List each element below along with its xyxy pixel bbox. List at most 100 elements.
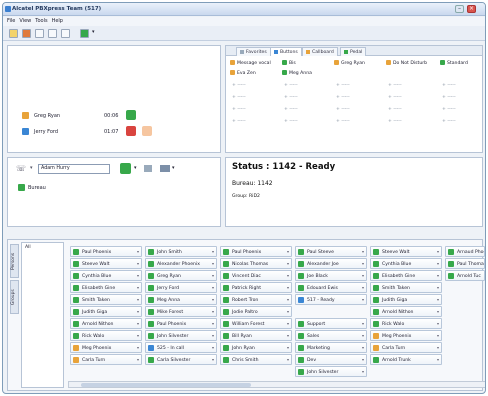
chevron-down-icon[interactable]: ▾ bbox=[212, 345, 214, 350]
key-empty[interactable]: + ----- bbox=[284, 118, 298, 125]
key-empty[interactable]: + ----- bbox=[442, 94, 456, 101]
key-standard[interactable]: Standard bbox=[440, 60, 468, 67]
chevron-down-icon[interactable]: ▾ bbox=[362, 261, 364, 266]
chevron-down-icon[interactable]: ▾ bbox=[362, 249, 364, 254]
chevron-down-icon[interactable]: ▾ bbox=[212, 297, 214, 302]
directory-entry[interactable]: 525 - In call ▾ bbox=[145, 342, 217, 353]
chevron-down-icon[interactable]: ▾ bbox=[287, 273, 289, 278]
chevron-down-icon[interactable]: ▾ bbox=[137, 273, 139, 278]
key-do-not-disturb[interactable]: Do Not Disturb bbox=[386, 60, 427, 67]
chevron-down-icon[interactable]: ▾ bbox=[437, 285, 439, 290]
chevron-down-icon[interactable]: ▾ bbox=[137, 321, 139, 326]
directory-entry[interactable]: Jodie Paltro ▾ bbox=[220, 306, 292, 317]
chevron-down-icon[interactable]: ▾ bbox=[137, 345, 139, 350]
chevron-down-icon[interactable]: ▾ bbox=[287, 333, 289, 338]
layout-icon[interactable] bbox=[48, 29, 57, 38]
chevron-down-icon[interactable]: ▾ bbox=[137, 261, 139, 266]
directory-entry[interactable]: William Forest ▾ bbox=[220, 318, 292, 329]
directory-entry[interactable]: Robert Tron ▾ bbox=[220, 294, 292, 305]
chevron-down-icon[interactable]: ▾ bbox=[137, 333, 139, 338]
key-empty[interactable]: + ----- bbox=[284, 94, 298, 101]
chevron-down-icon[interactable]: ▾ bbox=[287, 297, 289, 302]
chevron-down-icon[interactable]: ▾ bbox=[437, 249, 439, 254]
tab-callboard[interactable]: Callboard bbox=[302, 47, 338, 56]
directory-entry[interactable]: Carla Silvester ▾ bbox=[145, 354, 217, 365]
chevron-down-icon[interactable]: ▾ bbox=[362, 357, 364, 362]
key-empty[interactable]: + ----- bbox=[336, 94, 350, 101]
directory-entry[interactable]: Nicolas Thomas ▾ bbox=[220, 258, 292, 269]
directory-entry[interactable]: John Ryan ▾ bbox=[220, 342, 292, 353]
filter-all[interactable]: All bbox=[25, 245, 31, 250]
key-message-vocal[interactable]: Message vocal bbox=[230, 60, 271, 67]
orange-transfer-icon[interactable] bbox=[142, 126, 152, 136]
directory-entry[interactable]: Cynthia Blue ▾ bbox=[70, 270, 142, 281]
chevron-down-icon[interactable]: ▾ bbox=[437, 273, 439, 278]
key-empty[interactable]: + ----- bbox=[284, 82, 298, 89]
directory-entry[interactable]: John Smith ▾ bbox=[145, 246, 217, 257]
chevron-down-icon[interactable]: ▾ bbox=[437, 333, 439, 338]
key-empty[interactable]: + ----- bbox=[336, 106, 350, 113]
minimize-button[interactable]: – bbox=[455, 5, 464, 13]
chevron-down-icon[interactable]: ▾ bbox=[212, 333, 214, 338]
directory-entry[interactable]: Rick Walo ▾ bbox=[70, 330, 142, 341]
chevron-down-icon[interactable]: ▾ bbox=[437, 297, 439, 302]
chevron-down-icon[interactable]: ▾ bbox=[212, 285, 214, 290]
directory-entry[interactable]: Elisabeth Gine ▾ bbox=[70, 282, 142, 293]
directory-entry[interactable]: Sales ▾ bbox=[295, 330, 367, 341]
key-empty[interactable]: + ----- bbox=[388, 106, 402, 113]
directory-entry[interactable]: Dev ▾ bbox=[295, 354, 367, 365]
directory-entry[interactable]: Meg Phoenix ▾ bbox=[70, 342, 142, 353]
directory-entry[interactable]: Elisabeth Gine ▾ bbox=[370, 270, 442, 281]
chevron-down-icon[interactable]: ▾ bbox=[287, 357, 289, 362]
key-empty[interactable]: + ----- bbox=[442, 118, 456, 125]
directory-entry[interactable]: Paul Steeve ▾ bbox=[295, 246, 367, 257]
chevron-down-icon[interactable]: ▾ bbox=[437, 357, 439, 362]
chevron-down-icon[interactable]: ▾ bbox=[287, 249, 289, 254]
chevron-down-icon[interactable]: ▾ bbox=[137, 309, 139, 314]
key-empty[interactable]: + ----- bbox=[442, 106, 456, 113]
directory-entry[interactable]: Meg Phoenix ▾ bbox=[370, 330, 442, 341]
key-empty[interactable]: + ----- bbox=[284, 106, 298, 113]
green-answer-icon[interactable] bbox=[126, 110, 136, 120]
tab-buttons[interactable]: Buttons bbox=[270, 47, 302, 56]
directory-entry[interactable]: Arnaud Phoenix bbox=[445, 246, 485, 257]
tab-groups[interactable]: Groups bbox=[10, 280, 19, 314]
folder-icon[interactable] bbox=[9, 29, 18, 38]
directory-entry[interactable]: Cynthia Blue ▾ bbox=[370, 258, 442, 269]
directory-entry[interactable]: Arnold Tuc bbox=[445, 270, 485, 281]
directory-entry[interactable]: Steeve Walt ▾ bbox=[370, 246, 442, 257]
directory-entry[interactable]: Vincent Diac ▾ bbox=[220, 270, 292, 281]
key-bis[interactable]: Bis bbox=[282, 60, 296, 67]
chevron-down-icon[interactable]: ▾ bbox=[212, 321, 214, 326]
directory-entry[interactable]: Smith Taken ▾ bbox=[70, 294, 142, 305]
directory-entry[interactable]: Judith Giga ▾ bbox=[370, 294, 442, 305]
chevron-down-icon[interactable]: ▾ bbox=[287, 345, 289, 350]
directory-entry[interactable]: Jerry Ford ▾ bbox=[145, 282, 217, 293]
directory-entry[interactable]: Support ▾ bbox=[295, 318, 367, 329]
chevron-down-icon[interactable]: ▾ bbox=[30, 165, 33, 171]
dial-call-button[interactable] bbox=[120, 163, 131, 174]
tab-pedal[interactable]: Pedal bbox=[340, 47, 367, 56]
directory-entry[interactable]: Mike Forest ▾ bbox=[145, 306, 217, 317]
key-greg-ryan[interactable]: Greg Ryan bbox=[334, 60, 365, 67]
directory-entry[interactable]: Arnold Trunk ▾ bbox=[370, 354, 442, 365]
directory-entry[interactable]: Smith Taken ▾ bbox=[370, 282, 442, 293]
call-row[interactable]: Greg Ryan 00:06 bbox=[22, 110, 172, 122]
directory-entry[interactable]: Paul Phoenix ▾ bbox=[145, 318, 217, 329]
directory-entry[interactable]: Alexander Phoenix ▾ bbox=[145, 258, 217, 269]
key-empty[interactable]: + ----- bbox=[388, 118, 402, 125]
key-empty[interactable]: + ----- bbox=[232, 118, 246, 125]
window-icon[interactable] bbox=[35, 29, 44, 38]
chevron-down-icon[interactable]: ▾ bbox=[137, 297, 139, 302]
key-meg-anna[interactable]: Meg Anna bbox=[282, 70, 312, 77]
directory-entry[interactable]: Arnold Nithon ▾ bbox=[70, 318, 142, 329]
directory-entry[interactable]: 517 - Ready ▾ bbox=[295, 294, 367, 305]
directory-entry[interactable]: Carla Turn ▾ bbox=[370, 342, 442, 353]
directory-entry[interactable]: Paul Thomas bbox=[445, 258, 485, 269]
directory-entry[interactable]: Paul Phoenix ▾ bbox=[220, 246, 292, 257]
tab-persons[interactable]: Persons bbox=[10, 244, 19, 278]
chevron-down-icon[interactable]: ▾ bbox=[437, 309, 439, 314]
chevron-down-icon[interactable]: ▾ bbox=[212, 273, 214, 278]
list-icon[interactable] bbox=[61, 29, 70, 38]
chevron-down-icon[interactable]: ▾ bbox=[212, 249, 214, 254]
